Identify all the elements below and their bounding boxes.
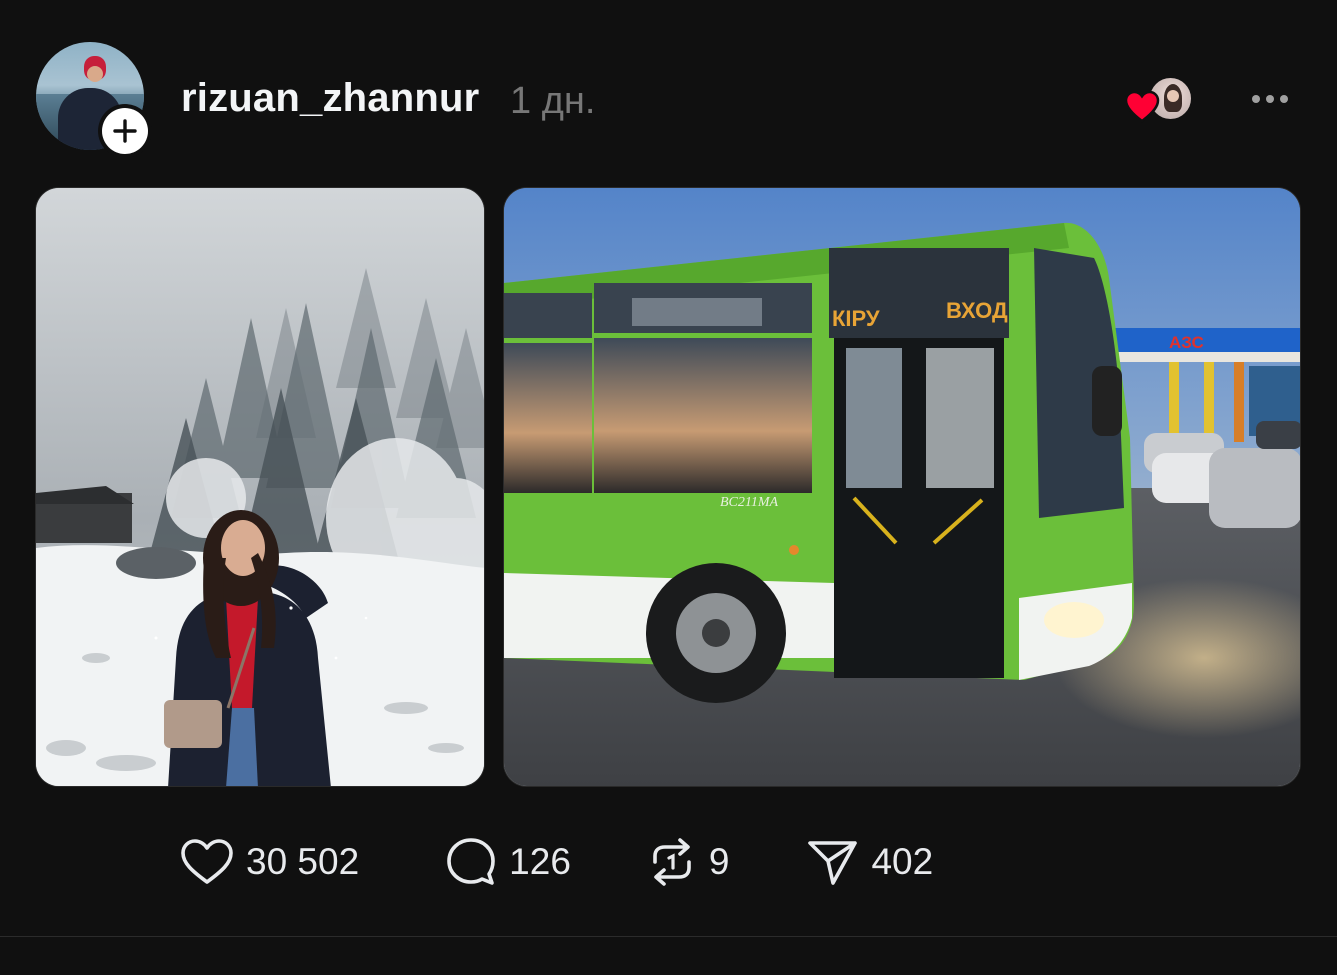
comment-bubble-icon [447, 838, 495, 885]
post-timestamp[interactable]: 1 дн. [510, 80, 595, 123]
bus-sign-kz: КІРУ [832, 306, 880, 331]
send-icon [808, 841, 858, 885]
more-options-button[interactable] [1248, 84, 1292, 114]
green-bus-photo: АЗС КІРУ ВХОД BC211MA [504, 188, 1300, 786]
gas-station-sign: АЗС [1169, 333, 1204, 352]
comment-count: 126 [509, 841, 571, 882]
post-actions: 30 502 126 9 402 [180, 832, 933, 892]
repost-count: 9 [708, 841, 730, 882]
like-count: 30 502 [246, 841, 360, 882]
heart-outline-icon [181, 839, 233, 884]
post-divider [0, 936, 1337, 937]
bus-sign-ru: ВХОД [946, 298, 1008, 323]
post-image-1[interactable] [35, 187, 485, 787]
share-button[interactable]: 402 [807, 837, 933, 887]
bus-number: BC211MA [720, 495, 779, 510]
follow-button[interactable] [98, 104, 152, 158]
like-button[interactable]: 30 502 [180, 837, 359, 887]
author-avatar-wrap[interactable] [36, 42, 152, 158]
author-username[interactable]: rizuan_zhannur [181, 76, 479, 121]
snowy-forest-photo [36, 188, 484, 786]
comment-button[interactable]: 126 [445, 836, 571, 888]
more-horizontal-icon [1252, 95, 1288, 103]
repost-icon [653, 838, 691, 886]
repost-button[interactable]: 9 [647, 836, 730, 888]
post-image-2[interactable]: АЗС КІРУ ВХОД BC211MA [503, 187, 1301, 787]
plus-icon [113, 119, 137, 143]
share-count: 402 [871, 841, 934, 882]
liked-by-indicator[interactable] [1124, 76, 1194, 126]
thread-post: rizuan_zhannur 1 дн. АЗС КІРУ ВХОД BC211… [0, 0, 1337, 975]
heart-icon [1124, 90, 1160, 123]
